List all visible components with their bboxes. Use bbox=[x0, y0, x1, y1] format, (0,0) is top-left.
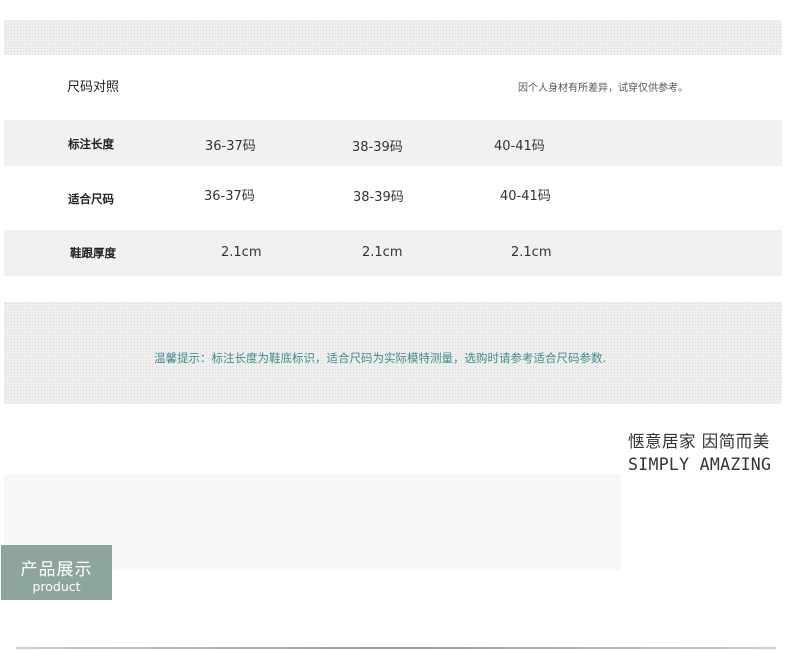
size-cell: 36-37码 bbox=[205, 139, 256, 154]
tip-text: 温馨提示：标注长度为鞋底标识，适合尺码为实际模特测量，选购时请参考适合尺码参数. bbox=[154, 351, 607, 365]
size-row-marked-length: 标注长度 36-37码 38-39码 40-41码 bbox=[4, 120, 782, 166]
row-label: 鞋跟厚度 bbox=[70, 246, 116, 260]
size-chart-title: 尺码对照 bbox=[67, 80, 120, 95]
product-badge-subtitle: product bbox=[32, 579, 81, 594]
size-cell: 38-39码 bbox=[352, 140, 403, 155]
size-cell: 36-37码 bbox=[204, 189, 255, 204]
size-cell: 2.1cm bbox=[221, 245, 262, 260]
top-decor-band bbox=[4, 20, 782, 55]
row-label: 标注长度 bbox=[68, 137, 114, 151]
size-cell: 40-41码 bbox=[500, 189, 551, 204]
size-cell: 2.1cm bbox=[362, 245, 403, 260]
size-cell: 38-39码 bbox=[353, 190, 404, 205]
size-cell: 40-41码 bbox=[494, 139, 545, 154]
product-badge-title: 产品展示 bbox=[20, 560, 93, 580]
product-display-badge: 产品展示 product bbox=[1, 545, 112, 600]
size-cell: 2.1cm bbox=[511, 245, 552, 260]
size-row-heel-thickness: 鞋跟厚度 2.1cm 2.1cm 2.1cm bbox=[4, 230, 782, 276]
size-row-fit-size: 适合尺码 36-37码 38-39码 40-41码 bbox=[4, 172, 782, 218]
row-label: 适合尺码 bbox=[68, 192, 114, 206]
slogan-chinese: 惬意居家 因简而美 bbox=[628, 432, 770, 451]
size-chart-note: 因个人身材有所差异，试穿仅供参考。 bbox=[518, 83, 688, 94]
bottom-divider bbox=[16, 647, 776, 649]
tip-band: 温馨提示：标注长度为鞋底标识，适合尺码为实际模特测量，选购时请参考适合尺码参数. bbox=[4, 302, 782, 404]
slogan-english: SIMPLY AMAZING bbox=[628, 455, 772, 474]
